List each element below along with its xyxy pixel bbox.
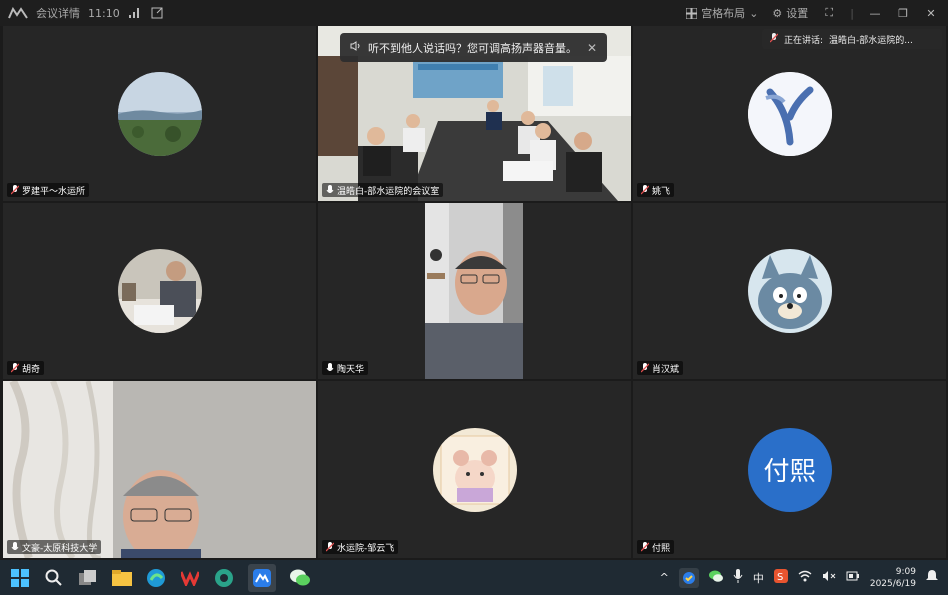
avatar (117, 71, 202, 156)
windows-start-icon[interactable] (10, 568, 30, 588)
participant-tile[interactable]: 付熙 付熙 (633, 381, 946, 558)
name-tag: 胡奇 (7, 361, 45, 375)
participant-tile[interactable]: 文豪-太原科技大学 (3, 381, 316, 558)
name-tag: 付熙 (637, 540, 675, 554)
signal-icon[interactable] (128, 6, 142, 20)
meeting-details-link[interactable]: 会议详情 (36, 5, 80, 21)
system-clock[interactable]: 9:09 2025/6/19 (870, 566, 916, 590)
settings-button[interactable]: ⚙ 设置 (772, 5, 808, 21)
layout-label: 宫格布局 (701, 7, 746, 20)
speaker-icon (350, 41, 362, 54)
speaking-label: 正在讲话: (784, 35, 824, 46)
grid-icon (686, 7, 698, 19)
avatar (747, 71, 832, 156)
minimize-icon[interactable]: — (868, 6, 882, 20)
mic-icon (326, 363, 334, 371)
clock-time: 9:09 (895, 566, 916, 577)
edge-browser-icon[interactable] (146, 568, 166, 588)
settings-label: 设置 (786, 7, 809, 20)
mic-muted-icon (11, 185, 19, 195)
wifi-icon[interactable] (798, 570, 812, 585)
file-explorer-icon[interactable] (112, 568, 132, 588)
participant-name: 文豪-太原科技大学 (22, 543, 98, 554)
speaking-indicator: 正在讲话: 温皓白-部水运院的... (762, 29, 942, 49)
name-tag: 姚飞 (637, 183, 675, 197)
name-tag: 罗建平～水运所 (7, 183, 90, 197)
fullscreen-icon[interactable]: ⛶ (822, 6, 836, 20)
sogou-input-icon[interactable]: S (773, 569, 788, 586)
gear-icon: ⚙ (772, 6, 783, 20)
name-tag: 温皓白-部水运院的会议室 (322, 183, 444, 197)
participant-tile[interactable]: 胡奇 (3, 203, 316, 379)
app-logo-icon (8, 7, 28, 19)
mic-muted-icon (11, 363, 19, 373)
share-out-icon[interactable] (150, 6, 164, 20)
notification-icon[interactable] (926, 569, 938, 586)
task-view-icon[interactable] (78, 568, 98, 588)
participant-name: 罗建平～水运所 (22, 186, 86, 197)
wps-office-icon[interactable] (180, 568, 200, 588)
divider: | (850, 6, 854, 20)
participant-tile[interactable]: 罗建平～水运所 (3, 26, 316, 201)
mic-muted-icon (326, 542, 334, 552)
participant-tile[interactable]: 姚飞 (633, 26, 946, 201)
chevron-up-icon[interactable]: ^ (660, 571, 669, 584)
avatar (747, 249, 832, 333)
tray-checkmark-icon[interactable] (678, 567, 699, 588)
participant-name: 陶天华 (337, 364, 365, 375)
participant-name: 肖汉斌 (652, 364, 680, 375)
participant-tile[interactable]: 水运院-邹云飞 (318, 381, 631, 558)
participant-name: 温皓白-部水运院的会议室 (337, 186, 440, 197)
search-icon[interactable] (44, 568, 64, 588)
volume-notice: 听不到他人说话吗？您可调高扬声器音量。 ✕ (340, 33, 607, 62)
participant-video (3, 381, 316, 558)
speaking-name: 温皓白-部水运院的... (829, 35, 913, 46)
mic-muted-icon (769, 32, 779, 46)
ime-indicator[interactable]: 中 (753, 570, 764, 586)
close-window-icon[interactable]: ✕ (924, 6, 938, 20)
name-tag: 文豪-太原科技大学 (7, 540, 102, 554)
mic-icon (11, 542, 19, 550)
mic-icon (326, 185, 334, 193)
participant-video (425, 203, 523, 379)
taskbar: ^ 中 S 9:09 2025/6/19 (0, 560, 948, 595)
meeting-duration: 11:10 (88, 6, 120, 20)
tray-wechat-icon[interactable] (708, 570, 723, 585)
avatar-initials: 付熙 (747, 427, 832, 512)
edge-dev-icon[interactable] (214, 568, 234, 588)
svg-text:S: S (777, 572, 783, 583)
name-tag: 水运院-邹云飞 (322, 540, 399, 554)
name-tag: 陶天华 (322, 361, 369, 375)
participant-name: 付熙 (652, 543, 671, 554)
meeting-app-icon[interactable] (248, 563, 276, 592)
volume-muted-icon[interactable] (822, 570, 836, 585)
participant-name: 姚飞 (652, 186, 671, 197)
notice-text: 听不到他人说话吗？您可调高扬声器音量。 (368, 41, 577, 55)
mic-muted-icon (641, 185, 649, 195)
participant-tile[interactable]: 陶天华 (318, 203, 631, 379)
mic-muted-icon (641, 363, 649, 373)
mic-muted-icon (641, 542, 649, 552)
title-bar: 会议详情 11:10 宫格布局 ⌄ ⚙ 设置 ⛶ | — ❐ ✕ (0, 0, 948, 26)
restore-icon[interactable]: ❐ (896, 6, 910, 20)
name-tag: 肖汉斌 (637, 361, 684, 375)
participant-tile[interactable]: 肖汉斌 (633, 203, 946, 379)
avatar (117, 249, 202, 333)
close-notice-button[interactable]: ✕ (587, 41, 597, 55)
battery-icon[interactable] (846, 570, 860, 585)
video-grid: 罗建平～水运所 温皓白-部水运院的会议室 姚飞 胡奇 陶天华 肖汉斌 文豪-太原… (3, 26, 946, 558)
participant-name: 胡奇 (22, 364, 41, 375)
clock-date: 2025/6/19 (869, 578, 916, 589)
chevron-down-icon: ⌄ (749, 6, 759, 20)
wechat-icon[interactable] (290, 568, 310, 588)
avatar (432, 427, 517, 512)
participant-name: 水运院-邹云飞 (337, 543, 395, 554)
microphone-icon[interactable] (733, 569, 743, 586)
layout-switch-button[interactable]: 宫格布局 ⌄ (686, 5, 758, 21)
